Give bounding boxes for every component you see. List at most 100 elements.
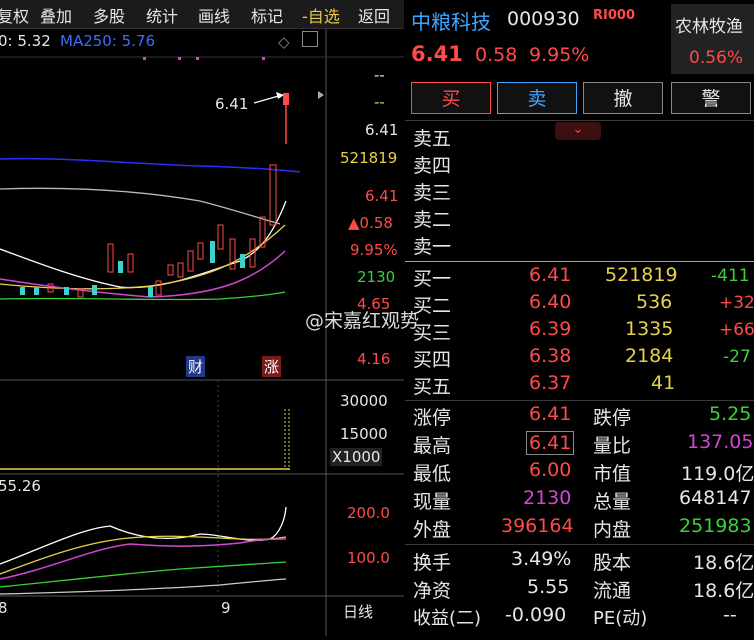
volume-axis-30000: 30000 xyxy=(340,392,388,410)
fund-label: 流通 xyxy=(593,580,632,602)
toolbar-restore-rights[interactable]: 复权 xyxy=(0,3,29,27)
buy-level-delta: -27 xyxy=(723,347,751,367)
fund-label: 股本 xyxy=(593,552,632,574)
buy-level-volume: 2184 xyxy=(625,345,674,367)
fund-value: -0.090 xyxy=(505,604,567,626)
axis-change-pct: 9.95% xyxy=(350,241,398,259)
sell-level-2: 卖二 xyxy=(413,209,452,231)
stat-label: 量比 xyxy=(593,435,632,457)
sector-box[interactable]: 农林牧渔 0.56% xyxy=(671,4,754,74)
buy-level-volume: 536 xyxy=(636,291,673,313)
buy-level-price[interactable]: 6.39 xyxy=(529,318,571,340)
stock-code: 000930 xyxy=(507,8,580,30)
stat-label: 内盘 xyxy=(593,519,632,541)
indicator-value: 55.26 xyxy=(0,477,41,495)
axis-price-416: 4.16 xyxy=(357,350,391,368)
axis-volume-readout: 521819 xyxy=(340,149,398,167)
sell-level-4: 卖四 xyxy=(413,155,452,177)
buy-level-volume: 41 xyxy=(651,372,676,394)
buy-level-delta: +32 xyxy=(719,293,754,313)
indicator-axis-200: 200.0 xyxy=(347,504,390,522)
toolbar-overlay[interactable]: 叠加 xyxy=(40,3,72,27)
collapse-chevron-icon[interactable]: ⌄ xyxy=(555,122,601,140)
sell-level-5: 卖五 xyxy=(413,128,452,150)
stat-label: 总量 xyxy=(593,491,632,513)
buy-level-volume: 521819 xyxy=(605,264,678,286)
quote-panel: 中粮科技 000930 RI000 6.41 0.58 9.95% 农林牧渔 0… xyxy=(405,0,754,636)
buy-level-label: 买一 xyxy=(413,268,452,290)
stat-label: 现量 xyxy=(413,491,452,513)
buy-level-price[interactable]: 6.40 xyxy=(529,291,571,313)
fund-label: 收益(二) xyxy=(413,608,482,629)
sell-level-1: 卖一 xyxy=(413,236,452,258)
buy-button[interactable]: 买 xyxy=(411,82,491,114)
stat-label: 外盘 xyxy=(413,519,452,541)
fund-value: 18.6亿 xyxy=(693,552,754,574)
buy-level-delta: -411 xyxy=(711,266,750,286)
toolbar-add-watchlist[interactable]: -自选 xyxy=(302,3,340,27)
ma250-legend: MA250: 5.76 xyxy=(60,32,156,50)
sell-level-3: 卖三 xyxy=(413,182,452,204)
stat-label: 跌停 xyxy=(593,407,632,429)
x-axis-month-9: 9 xyxy=(221,599,231,617)
fund-value: 18.6亿 xyxy=(693,580,754,602)
period-selector[interactable]: 日线 xyxy=(343,601,373,622)
stat-value: 119.0亿 xyxy=(681,463,754,485)
toolbar-multi-stock[interactable]: 多股 xyxy=(93,3,125,27)
toolbar-draw-line[interactable]: 画线 xyxy=(198,3,230,27)
toolbar-statistics[interactable]: 统计 xyxy=(146,3,178,27)
axis-change: ▲0.58 xyxy=(348,214,393,232)
buy-level-label: 买四 xyxy=(413,349,452,371)
volume-multiplier: X1000 xyxy=(330,448,383,466)
indicator-axis-100: 100.0 xyxy=(347,549,390,567)
stat-label: 最低 xyxy=(413,463,452,485)
maximize-icon[interactable] xyxy=(302,31,318,47)
sector-name: 农林牧渔 xyxy=(675,17,743,37)
axis-current-volume: 2130 xyxy=(357,268,396,286)
toolbar-back[interactable]: 返回 xyxy=(358,3,390,27)
stock-change: 0.58 xyxy=(475,44,518,66)
buy-level-price[interactable]: 6.38 xyxy=(529,345,571,367)
axis-top-1: -- xyxy=(374,66,385,84)
peak-price-label: 6.41 xyxy=(215,95,249,113)
stock-change-pct: 9.95% xyxy=(529,44,590,66)
stat-value: 6.41 xyxy=(526,431,575,455)
buy-level-price[interactable]: 6.37 xyxy=(529,372,571,394)
fund-label: PE(动) xyxy=(593,608,648,629)
diamond-icon[interactable]: ◇ xyxy=(278,33,290,51)
stat-value: 6.41 xyxy=(529,403,572,425)
axis-top-2: -- xyxy=(374,93,385,111)
fund-label: 净资 xyxy=(413,580,452,602)
buy-level-volume: 1335 xyxy=(625,318,674,340)
x-axis-month-8: 8 xyxy=(0,599,8,617)
financial-badge[interactable]: 财 xyxy=(186,356,206,377)
margin-flag-icon: RI000 xyxy=(593,8,635,23)
alert-button[interactable]: 警 xyxy=(671,82,751,114)
stat-label: 最高 xyxy=(413,435,452,457)
stat-value: 2130 xyxy=(523,487,572,509)
stat-value: 648147 xyxy=(679,487,752,509)
stock-name: 中粮科技 xyxy=(411,10,491,34)
stock-price: 6.41 xyxy=(411,42,463,66)
volume-axis-15000: 15000 xyxy=(340,425,388,443)
buy-level-delta: +66 xyxy=(719,320,754,340)
fund-value: 5.55 xyxy=(527,576,570,598)
sell-button[interactable]: 卖 xyxy=(497,82,577,114)
watermark: @宋嘉红观势 xyxy=(305,310,420,332)
stat-value: 396164 xyxy=(501,515,574,537)
stat-label: 涨停 xyxy=(413,407,452,429)
fund-value: -- xyxy=(723,604,737,626)
ma-legend-partial: 0: 5.32 xyxy=(0,32,51,50)
stat-value: 251983 xyxy=(679,515,752,537)
axis-price-high: 6.41 xyxy=(365,121,399,139)
stat-value: 5.25 xyxy=(709,403,752,425)
stat-value: 137.05 xyxy=(687,431,754,453)
stat-label: 市值 xyxy=(593,463,632,485)
stat-value: 6.00 xyxy=(529,459,572,481)
limit-up-badge[interactable]: 涨 xyxy=(262,356,282,377)
toolbar-mark[interactable]: 标记 xyxy=(251,3,283,27)
cancel-order-button[interactable]: 撤 xyxy=(583,82,663,114)
fund-label: 换手 xyxy=(413,552,452,574)
axis-price-current: 6.41 xyxy=(365,187,399,205)
buy-level-price[interactable]: 6.41 xyxy=(529,264,571,286)
